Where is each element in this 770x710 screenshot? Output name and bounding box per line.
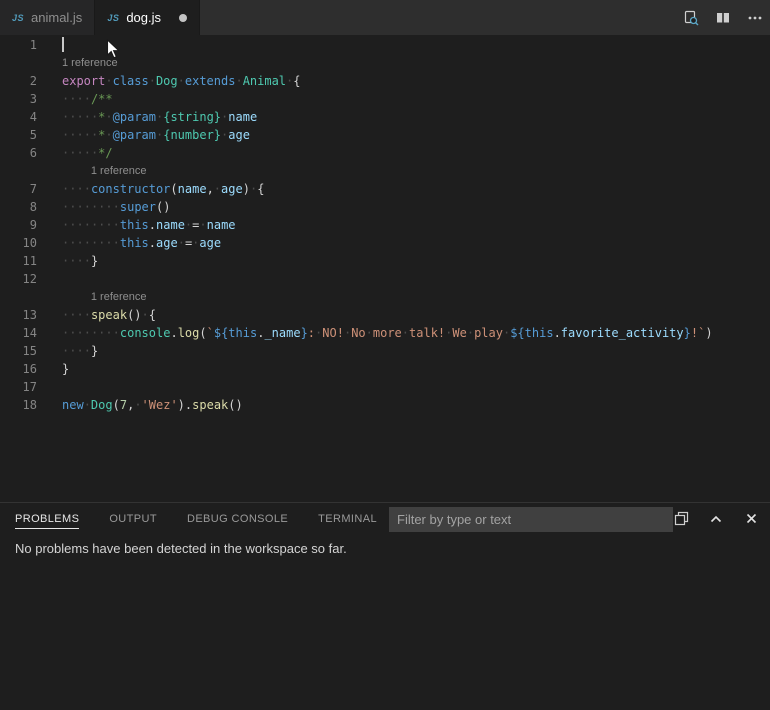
problems-message: No problems have been detected in the wo… [0,534,770,563]
code-line-14[interactable]: 14········console.log(`${this._name}:·NO… [0,324,770,342]
editor-tab-dog.js[interactable]: JS dog.js [95,0,200,35]
line-number: 3 [0,90,37,108]
line-number: 18 [0,396,37,414]
search-editor-icon[interactable] [682,9,700,27]
line-number: 1 [0,36,37,54]
line-number [0,162,37,180]
line-number [0,288,37,306]
line-number: 16 [0,360,37,378]
code-line-7[interactable]: 7····constructor(name,·age)·{ [0,180,770,198]
line-number: 11 [0,252,37,270]
panel-tab-terminal[interactable]: TERMINAL [318,509,377,529]
close-panel-icon[interactable] [742,510,760,528]
code-line-12[interactable]: 12 [0,270,770,288]
panel-actions [672,503,760,534]
code-line-8[interactable]: 8········super() [0,198,770,216]
text-cursor [62,37,64,52]
problems-filter-input[interactable] [389,507,673,532]
tab-label: dog.js [126,10,161,25]
line-number: 5 [0,126,37,144]
code-line-9[interactable]: 9········this.name·=·name [0,216,770,234]
codelens-reference[interactable]: 1 reference [0,54,770,72]
panel-tabs: PROBLEMS OUTPUT DEBUG CONSOLE TERMINAL [15,509,407,529]
modified-dot-icon[interactable] [179,14,187,22]
line-number: 17 [0,378,37,396]
codelens-reference[interactable]: 1 reference [0,288,770,306]
tab-bar-tabs: JS animal.js JS dog.js [0,0,200,35]
editor-tab-animal.js[interactable]: JS animal.js [0,0,95,35]
code-line-2[interactable]: 2export·class·Dog·extends·Animal·{ [0,72,770,90]
code-line-16[interactable]: 16} [0,360,770,378]
code-line-18[interactable]: 18new·Dog(7,·'Wez').speak() [0,396,770,414]
code-line-1[interactable]: 1 [0,36,770,54]
js-file-icon: JS [107,13,119,23]
js-file-icon: JS [12,13,24,23]
line-number: 14 [0,324,37,342]
editor-actions [682,0,764,35]
line-number: 8 [0,198,37,216]
bottom-panel: PROBLEMS OUTPUT DEBUG CONSOLE TERMINAL [0,502,770,710]
line-number: 7 [0,180,37,198]
line-number [0,54,37,72]
code-line-6[interactable]: 6·····*/ [0,144,770,162]
code-line-17[interactable]: 17 [0,378,770,396]
codelens-reference[interactable]: 1 reference [0,162,770,180]
code-line-15[interactable]: 15····} [0,342,770,360]
code-line-5[interactable]: 5·····*·@param·{number}·age [0,126,770,144]
code-line-3[interactable]: 3····/** [0,90,770,108]
code-line-11[interactable]: 11····} [0,252,770,270]
split-editor-icon[interactable] [714,9,732,27]
collapse-all-icon[interactable] [672,510,690,528]
tab-label: animal.js [31,10,82,25]
line-number: 6 [0,144,37,162]
line-number: 13 [0,306,37,324]
line-number: 9 [0,216,37,234]
panel-tab-debug-console[interactable]: DEBUG CONSOLE [187,509,288,529]
maximize-panel-icon[interactable] [707,510,725,528]
tab-bar: JS animal.js JS dog.js [0,0,770,35]
code-line-10[interactable]: 10········this.age·=·age [0,234,770,252]
code-line-4[interactable]: 4·····*·@param·{string}·name [0,108,770,126]
panel-tab-output[interactable]: OUTPUT [109,509,157,529]
line-number: 12 [0,270,37,288]
code-line-13[interactable]: 13····speak()·{ [0,306,770,324]
code-editor[interactable]: 11 reference2export·class·Dog·extends·An… [0,35,770,502]
more-actions-icon[interactable] [746,9,764,27]
line-number: 15 [0,342,37,360]
panel-tab-problems[interactable]: PROBLEMS [15,509,79,529]
line-number: 4 [0,108,37,126]
panel-header: PROBLEMS OUTPUT DEBUG CONSOLE TERMINAL [0,503,770,534]
line-number: 2 [0,72,37,90]
line-number: 10 [0,234,37,252]
